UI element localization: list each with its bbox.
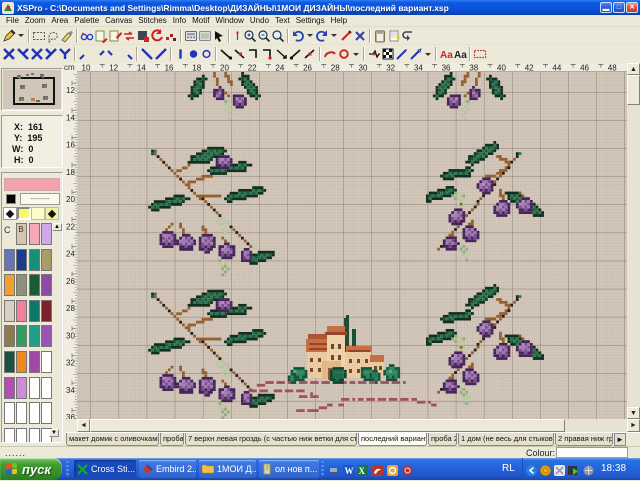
svg-text:Aa: Aa [454,50,467,61]
svg-text:28: 28 [331,64,340,73]
svg-text:30: 30 [66,331,75,340]
svg-text:12: 12 [66,86,75,95]
svg-text:16: 16 [66,141,75,150]
svg-text:30: 30 [359,64,368,73]
svg-text:32: 32 [66,359,75,368]
svg-text:20: 20 [66,195,75,204]
svg-text:36: 36 [442,64,451,73]
svg-text:36: 36 [66,413,75,419]
svg-text:24: 24 [66,250,75,259]
svg-text:18: 18 [66,168,75,177]
svg-text:10: 10 [82,64,91,73]
svg-text:X: X [359,466,366,476]
svg-text:14: 14 [137,64,146,73]
svg-text:44: 44 [552,64,561,73]
svg-text:40: 40 [497,64,506,73]
svg-text:38: 38 [469,64,478,73]
svg-text:26: 26 [66,277,75,286]
svg-text:16: 16 [165,64,174,73]
svg-text:W: W [345,466,354,476]
svg-text:28: 28 [66,304,75,313]
svg-text:34: 34 [414,64,423,73]
svg-text:22: 22 [66,222,75,231]
svg-text:20: 20 [220,64,229,73]
svg-text:26: 26 [303,64,312,73]
svg-text:Aa: Aa [440,50,453,61]
svg-text:46: 46 [580,64,589,73]
svg-text:22: 22 [248,64,257,73]
svg-text:34: 34 [66,386,75,395]
svg-text:32: 32 [386,64,395,73]
svg-text:14: 14 [66,113,75,122]
svg-text:48: 48 [608,64,617,73]
svg-text:24: 24 [275,64,284,73]
svg-text:42: 42 [525,64,534,73]
svg-text:12: 12 [109,64,118,73]
svg-text:18: 18 [192,64,201,73]
